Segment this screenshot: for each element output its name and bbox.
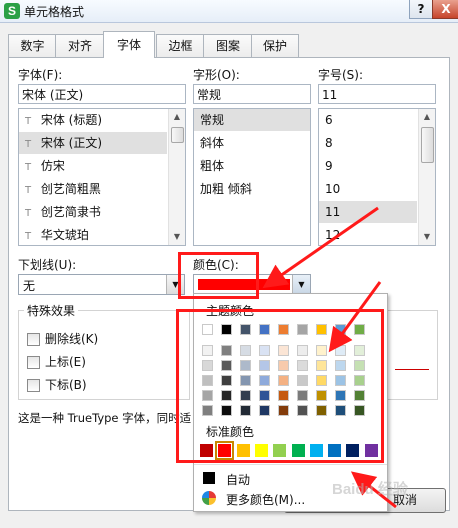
annotation-arrows [262,206,397,509]
arrow-to-color-dropdown [262,206,379,289]
watermark: Baidu 经验 [332,481,408,498]
tab-font[interactable]: 字体 [103,31,155,58]
arrow-to-theme-colors [328,281,382,353]
